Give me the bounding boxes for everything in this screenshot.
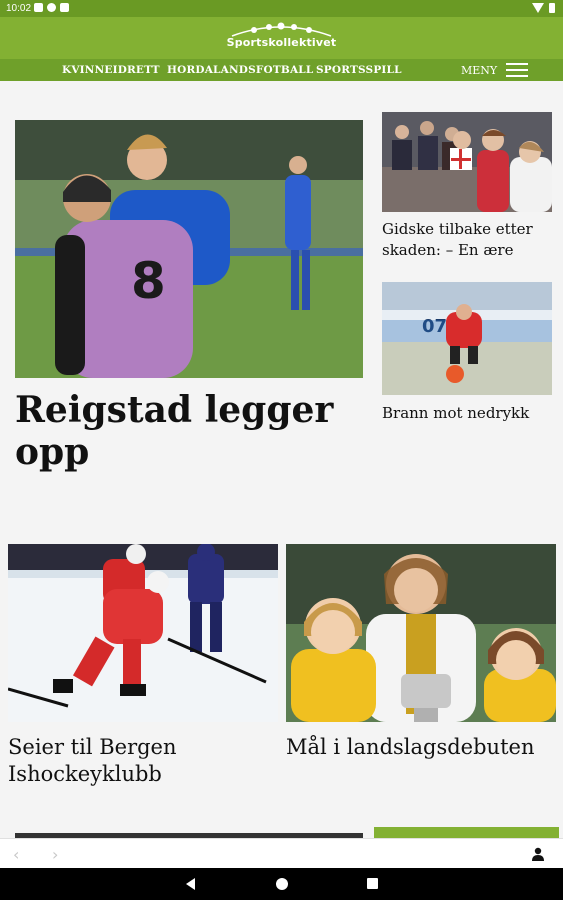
grid-article-image[interactable] <box>286 544 556 722</box>
status-bar: 10:02 <box>0 0 563 17</box>
main-article-headline[interactable]: Reigstad legger opp <box>15 389 363 473</box>
grid-article-headline[interactable]: Mål i landslagsdebuten <box>286 734 556 761</box>
next-article-banner[interactable] <box>374 827 559 838</box>
browser-bottom-bar: ‹ › <box>0 838 563 868</box>
article-feed: 8 Reigstad legger opp Gidske tilbake ett… <box>0 81 563 838</box>
side-article-image[interactable]: 0700 <box>382 282 552 395</box>
nav-item-hordalandsfotball[interactable]: HORDALANDSFOTBALL <box>167 64 313 76</box>
back-triangle-icon[interactable] <box>186 878 195 890</box>
side-article-headline[interactable]: Brann mot nedrykk <box>382 403 557 424</box>
site-header: Sportskollektivet <box>0 17 563 59</box>
notification-icon <box>34 3 43 12</box>
site-logo[interactable]: Sportskollektivet <box>224 22 339 56</box>
home-circle-icon[interactable] <box>276 878 288 890</box>
status-time: 10:02 <box>6 3 32 14</box>
notification-icon <box>47 3 56 12</box>
notification-icons <box>34 3 69 12</box>
nav-item-sportsspill[interactable]: SPORTSSPILL <box>316 64 402 76</box>
person-icon[interactable] <box>531 847 545 861</box>
system-navigation-bar <box>0 868 563 900</box>
recents-square-icon[interactable] <box>367 878 378 889</box>
svg-text:8: 8 <box>131 252 166 310</box>
grid-article-headline[interactable]: Seier til Bergen Ishockeyklubb <box>8 734 278 788</box>
nav-item-kvinneidrett[interactable]: KVINNEIDRETT <box>62 64 160 76</box>
notification-icon <box>60 3 69 12</box>
battery-icon <box>549 3 555 13</box>
main-nav: KVINNEIDRETT HORDALANDSFOTBALL SPORTSSPI… <box>0 59 563 81</box>
grid-article-image[interactable] <box>8 544 278 722</box>
system-icons <box>532 3 555 13</box>
chevron-right-icon[interactable]: › <box>52 845 58 864</box>
chevron-left-icon[interactable]: ‹ <box>13 845 19 864</box>
wifi-icon <box>532 3 544 13</box>
side-article-image[interactable] <box>382 112 552 212</box>
side-article-headline[interactable]: Gidske tilbake etter skaden: – En ære <box>382 219 557 261</box>
logo-text: Sportskollektivet <box>226 36 337 49</box>
main-article-image[interactable]: 8 <box>15 120 363 378</box>
hamburger-menu-icon[interactable] <box>506 63 528 77</box>
menu-label[interactable]: MENY <box>461 64 497 77</box>
